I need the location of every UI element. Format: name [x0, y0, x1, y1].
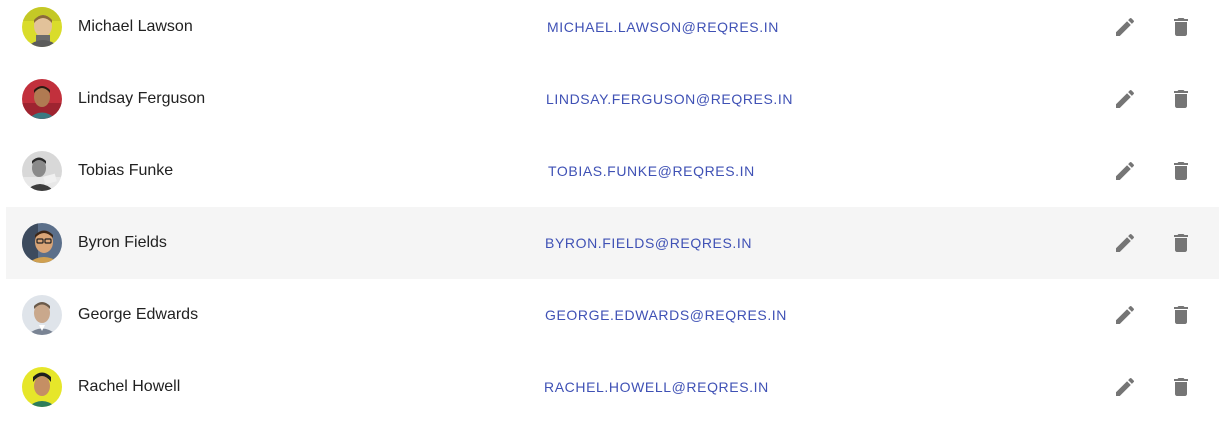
- delete-button[interactable]: [1157, 219, 1205, 267]
- user-email-link[interactable]: TOBIAS.FUNKE@REQRES.IN: [548, 161, 755, 181]
- delete-button[interactable]: [1157, 3, 1205, 51]
- edit-button[interactable]: [1101, 147, 1149, 195]
- list-item: Tobias Funke TOBIAS.FUNKE@REQRES.IN: [6, 135, 1219, 207]
- avatar: [22, 151, 62, 191]
- user-list: Michael Lawson MICHAEL.LAWSON@REQRES.IN …: [6, 0, 1219, 423]
- trash-icon: [1174, 18, 1188, 36]
- edit-button[interactable]: [1101, 363, 1149, 411]
- avatar: [22, 295, 62, 335]
- pencil-icon: [1116, 17, 1135, 36]
- list-item: George Edwards GEORGE.EDWARDS@REQRES.IN: [6, 279, 1219, 351]
- user-name: Tobias Funke: [78, 162, 174, 179]
- avatar: [22, 223, 62, 263]
- user-name: Byron Fields: [78, 234, 167, 251]
- trash-icon: [1174, 306, 1188, 324]
- list-item: Byron Fields BYRON.FIELDS@REQRES.IN: [6, 207, 1219, 279]
- pencil-icon: [1116, 233, 1135, 252]
- pencil-icon: [1116, 89, 1135, 108]
- pencil-icon: [1116, 377, 1135, 396]
- user-email-link[interactable]: MICHAEL.LAWSON@REQRES.IN: [547, 17, 779, 37]
- trash-icon: [1174, 378, 1188, 396]
- pencil-icon: [1116, 305, 1135, 324]
- user-name: George Edwards: [78, 306, 199, 323]
- list-item: Michael Lawson MICHAEL.LAWSON@REQRES.IN: [6, 0, 1219, 63]
- edit-button[interactable]: [1101, 219, 1149, 267]
- user-name: Michael Lawson: [78, 18, 193, 35]
- delete-button[interactable]: [1157, 291, 1205, 339]
- avatar: [22, 7, 62, 47]
- trash-icon: [1174, 234, 1188, 252]
- user-email-link[interactable]: BYRON.FIELDS@REQRES.IN: [545, 233, 752, 253]
- delete-button[interactable]: [1157, 363, 1205, 411]
- list-item: Rachel Howell RACHEL.HOWELL@REQRES.IN: [6, 351, 1219, 423]
- avatar: [22, 367, 62, 407]
- user-email-link[interactable]: GEORGE.EDWARDS@REQRES.IN: [545, 305, 787, 325]
- avatar: [22, 79, 62, 119]
- trash-icon: [1174, 90, 1188, 108]
- user-email-link[interactable]: RACHEL.HOWELL@REQRES.IN: [544, 377, 769, 397]
- edit-button[interactable]: [1101, 75, 1149, 123]
- delete-button[interactable]: [1157, 147, 1205, 195]
- user-email-link[interactable]: LINDSAY.FERGUSON@REQRES.IN: [546, 89, 793, 109]
- user-name: Lindsay Ferguson: [78, 90, 206, 107]
- trash-icon: [1174, 162, 1188, 180]
- delete-button[interactable]: [1157, 75, 1205, 123]
- list-item: Lindsay Ferguson LINDSAY.FERGUSON@REQRES…: [6, 63, 1219, 135]
- pencil-icon: [1116, 161, 1135, 180]
- edit-button[interactable]: [1101, 3, 1149, 51]
- user-name: Rachel Howell: [78, 378, 181, 395]
- edit-button[interactable]: [1101, 291, 1149, 339]
